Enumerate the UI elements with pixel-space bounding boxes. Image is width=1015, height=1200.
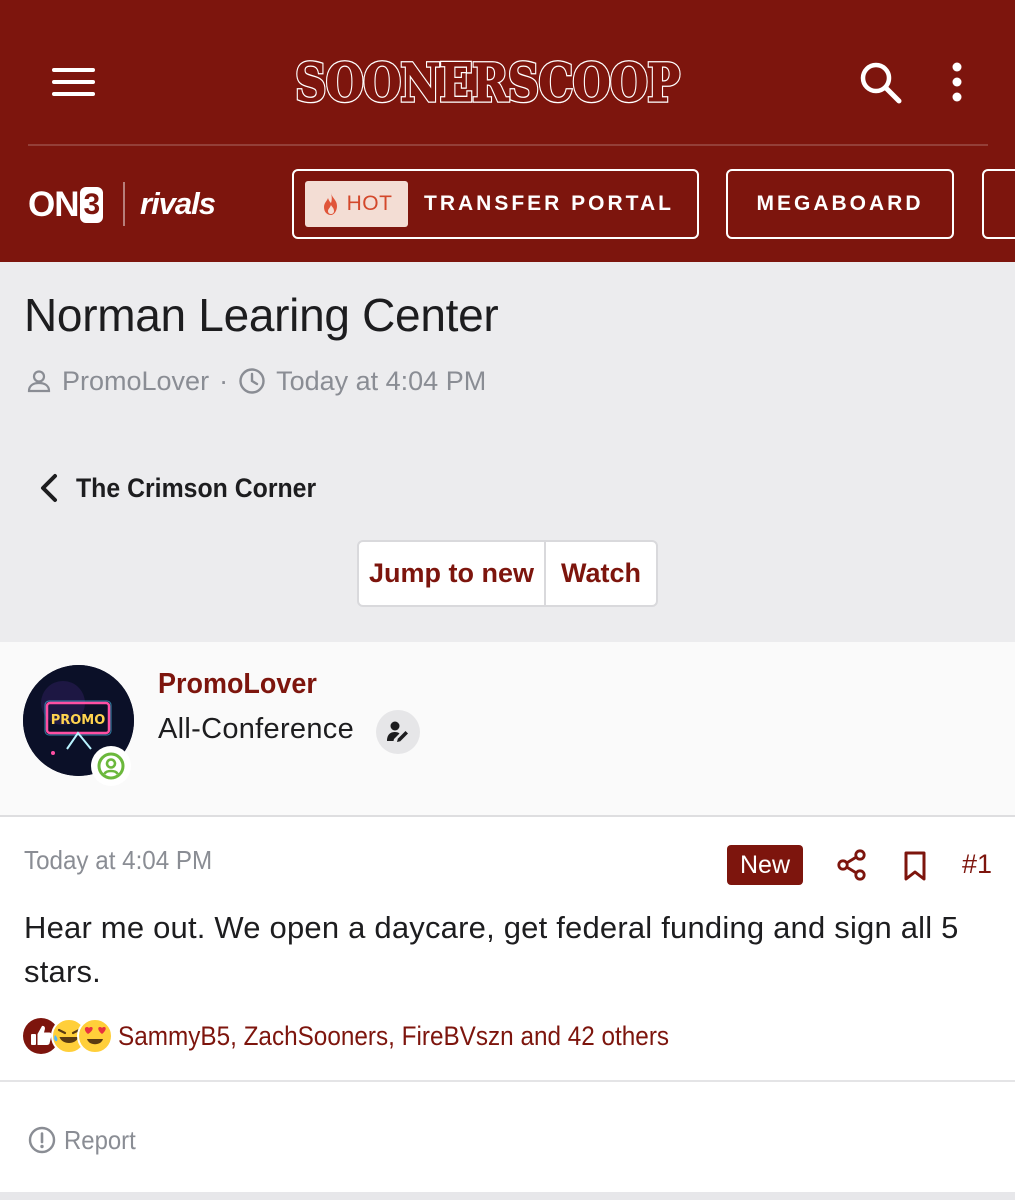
bottom-strip	[0, 1192, 1015, 1200]
menu-icon-bar	[52, 92, 95, 96]
on3-logo-text: ON	[28, 185, 79, 224]
user-title: All-Conference	[158, 713, 355, 745]
on3-logo[interactable]: ON 3	[28, 180, 104, 230]
meta-separator: ·	[219, 365, 229, 396]
menu-button[interactable]	[52, 66, 96, 98]
nav-megaboard-label: MEGABOARD	[756, 192, 924, 215]
search-icon[interactable]	[856, 58, 904, 106]
reactions-summary[interactable]: SammyB5, ZachSooners, FireBVszn and 42 o…	[22, 1016, 730, 1056]
share-icon[interactable]	[836, 848, 868, 882]
site-logo[interactable]: SOONERSCOOP SOONERSCOOP	[293, 50, 681, 116]
watch-button[interactable]: Watch	[546, 542, 656, 605]
breadcrumb-forum-name: The Crimson Corner	[76, 472, 317, 503]
bookmark-icon[interactable]	[902, 850, 928, 882]
thread-meta: PromoLover · Today at 4:04 PM	[26, 364, 486, 398]
menu-icon-bar	[52, 68, 95, 72]
new-badge: New	[727, 845, 803, 885]
alert-circle-icon	[28, 1126, 56, 1154]
report-label: Report	[64, 1124, 136, 1155]
jump-to-new-button[interactable]: Jump to new	[359, 542, 546, 605]
user-icon	[27, 370, 51, 393]
thread-author-link[interactable]: PromoLover	[62, 366, 209, 397]
nav-megaboard[interactable]: MEGABOARD	[726, 169, 954, 239]
thread-time[interactable]: Today at 4:04 PM	[276, 366, 486, 397]
post-permalink-number[interactable]: #1	[962, 849, 992, 880]
user-title-badge	[376, 710, 420, 754]
hot-badge: HOT	[305, 181, 408, 227]
user-block-divider	[0, 815, 1015, 817]
online-status-badge	[91, 746, 131, 786]
reaction-icons	[22, 1017, 114, 1055]
report-link[interactable]: Report	[28, 1120, 142, 1160]
reactions-names: SammyB5, ZachSooners, FireBVszn and 42 o…	[118, 1020, 670, 1051]
heart-eyes-emoji-icon	[77, 1018, 113, 1054]
avatar-promo-text: PROMO	[51, 713, 106, 728]
thread-actions: Jump to new Watch	[357, 540, 658, 607]
post-username[interactable]: PromoLover	[158, 668, 317, 701]
brand-divider	[123, 182, 125, 226]
user-edit-icon	[387, 721, 408, 742]
breadcrumb-back-link[interactable]: The Crimson Corner	[38, 468, 337, 508]
on3-logo-three: 3	[79, 187, 104, 223]
rivals-logo[interactable]: rivals	[140, 183, 216, 225]
flame-icon	[323, 193, 337, 215]
post-user-block	[0, 642, 1015, 816]
menu-icon-bar	[52, 80, 95, 84]
logo-text: SOONERSCOOP	[294, 52, 680, 114]
online-user-icon	[97, 752, 125, 780]
post-footer-divider	[0, 1080, 1015, 1082]
post-date[interactable]: Today at 4:04 PM	[24, 845, 212, 876]
nav-transfer-portal-label: TRANSFER PORTAL	[424, 192, 674, 215]
hot-badge-label: HOT	[346, 192, 393, 215]
thread-title: Norman Learing Center	[24, 289, 499, 341]
kebab-menu-icon[interactable]	[946, 60, 968, 104]
post-body: Hear me out. We open a daycare, get fede…	[24, 910, 959, 989]
nav-next-item[interactable]	[982, 169, 1015, 239]
clock-icon	[239, 368, 265, 394]
nav-transfer-portal[interactable]: HOT TRANSFER PORTAL	[292, 169, 699, 239]
header-divider	[28, 144, 988, 146]
chevron-left-icon	[41, 474, 57, 502]
